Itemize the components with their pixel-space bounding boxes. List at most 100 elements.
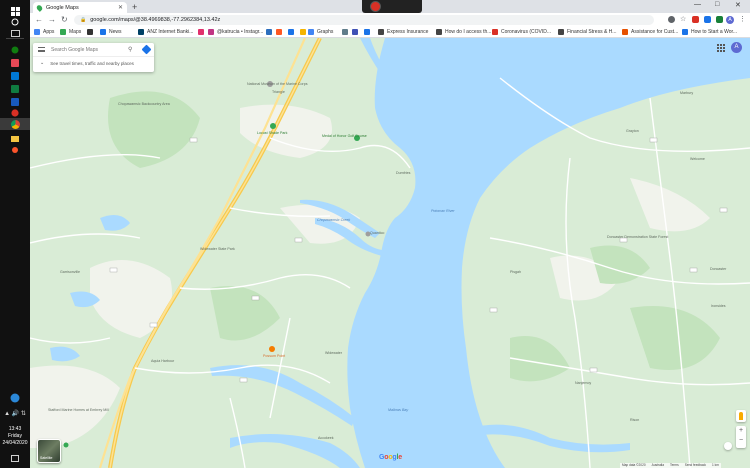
label-chopawamsic[interactable]: Chopawamsic Backcountry Area — [118, 102, 170, 106]
bookmark-favicon-icon — [34, 29, 40, 35]
bookmark-favicon-icon — [436, 29, 442, 35]
bookmark-item[interactable]: How do I access th... — [436, 29, 491, 35]
bookmark-item[interactable]: Assistance for Cust... — [622, 29, 678, 35]
label-doncaster-town[interactable]: Doncaster — [710, 267, 726, 271]
bookmark-favicon-icon — [308, 29, 314, 35]
outlook-app-icon[interactable] — [8, 70, 22, 82]
label-pisgah[interactable]: Pisgah — [510, 270, 521, 274]
satellite-layer-toggle[interactable]: Satellite — [37, 439, 61, 463]
label-rison[interactable]: Rison — [630, 418, 639, 422]
bookmark-favicon-icon — [208, 29, 214, 35]
mail-app-icon[interactable] — [8, 57, 22, 69]
label-widewater[interactable]: Widewater — [325, 351, 342, 355]
label-aquia-harbour[interactable]: Aquia Harbour — [151, 359, 174, 363]
label-garrisonville[interactable]: Garrisonville — [60, 270, 80, 274]
bookmark-favicon-icon — [364, 29, 370, 35]
bookmark-favicon-icon — [378, 29, 384, 35]
label-nanjemoy[interactable]: Nanjemoy — [575, 381, 591, 385]
bookmark-item[interactable]: @katrucia • Instagr... — [208, 29, 263, 35]
bookmark-item[interactable]: Coronavirus (COVID... — [492, 29, 551, 35]
bookmark-item[interactable] — [87, 29, 96, 35]
map-canvas[interactable]: Triangle National Museum of the Marine C… — [30, 38, 750, 468]
close-tab-icon[interactable]: ✕ — [118, 4, 123, 11]
back-arrow-icon[interactable]: ← — [35, 15, 43, 25]
lock-icon: 🔒 — [80, 17, 87, 23]
bookmark-item[interactable] — [352, 29, 361, 35]
footer-item[interactable]: Send feedback — [685, 463, 706, 468]
travel-times-row[interactable]: ⌄ See travel times, traffic and nearby p… — [40, 60, 134, 66]
bookmark-item[interactable] — [266, 29, 275, 35]
address-bar[interactable]: 🔒 google.com/maps/@38.4969838,-77.296238… — [74, 15, 654, 25]
layer-label: Satellite — [40, 456, 53, 460]
label-grayton[interactable]: Grayton — [626, 129, 639, 133]
footer-item[interactable]: 1 km — [712, 463, 719, 468]
forward-arrow-icon[interactable]: → — [48, 15, 56, 25]
bookmark-item[interactable]: Maps — [60, 29, 81, 35]
label-quantico[interactable]: Quantico — [370, 231, 384, 235]
bookmark-item[interactable]: How to Start a Wor... — [682, 29, 737, 35]
zoom-out-button[interactable]: − — [736, 436, 746, 446]
new-tab-button[interactable]: + — [132, 2, 137, 12]
bookmark-item[interactable]: Apps — [34, 29, 54, 35]
profile-avatar[interactable]: A — [726, 16, 734, 24]
bookmark-item[interactable] — [364, 29, 373, 35]
hamburger-menu-icon[interactable] — [38, 47, 45, 52]
bookmark-item[interactable]: Graphs — [308, 29, 333, 35]
record-button[interactable] — [370, 1, 381, 12]
bookmark-item[interactable] — [276, 29, 285, 35]
label-locust-shade-park[interactable]: Locust Shade Park — [257, 131, 287, 135]
xbox-app-icon[interactable] — [8, 44, 22, 56]
bookmark-item[interactable]: ANZ Internet Banki... — [138, 29, 193, 35]
bookmark-star-icon[interactable]: ☆ — [680, 16, 687, 23]
chrome-menu-icon[interactable]: ⋮ — [739, 15, 746, 25]
tab-google-maps[interactable]: Google Maps ✕ — [33, 2, 127, 13]
brave-app-icon[interactable] — [8, 144, 22, 156]
label-doncaster-forest[interactable]: Doncaster Demonstration State Forest — [607, 235, 668, 239]
reload-icon[interactable]: ↻ — [61, 15, 68, 25]
compass-icon[interactable] — [724, 442, 732, 450]
label-triangle[interactable]: Triangle — [272, 90, 285, 94]
extension-blue-icon[interactable] — [704, 16, 711, 23]
label-widewater-park[interactable]: Widewater State Park — [200, 247, 235, 251]
label-stafford-marine[interactable]: Stafford Marine Homes at Embrey Mill — [48, 408, 109, 412]
extension-red-icon[interactable] — [692, 16, 699, 23]
clock-time[interactable]: 13:43 — [0, 426, 30, 433]
globe-weather-icon[interactable] — [8, 392, 22, 404]
search-icon[interactable]: ⚲ — [128, 46, 132, 53]
excel-app-icon[interactable] — [8, 83, 22, 95]
maximize-icon[interactable]: □ — [715, 1, 719, 8]
bookmark-favicon-icon — [60, 29, 66, 35]
footer-item[interactable]: Terms — [670, 463, 679, 468]
label-ironsides[interactable]: Ironsides — [711, 304, 726, 308]
zoom-in-button[interactable]: + — [736, 426, 746, 436]
bookmark-item[interactable]: Express Insurance — [378, 29, 428, 35]
extension-green-icon[interactable] — [716, 16, 723, 23]
street-view-pegman-icon[interactable] — [736, 410, 746, 422]
close-window-icon[interactable]: ✕ — [735, 1, 741, 9]
chrome-app-icon[interactable] — [0, 118, 30, 130]
label-medal-golf[interactable]: Medal of Honor Golf Course — [322, 134, 367, 138]
directions-icon[interactable] — [141, 44, 152, 55]
system-tray-icons[interactable]: ▲ 🔊 ⇅ — [0, 410, 30, 417]
bookmark-label: Apps — [43, 29, 55, 35]
file-explorer-icon[interactable] — [8, 132, 22, 144]
label-marbury[interactable]: Marbury — [680, 91, 693, 95]
search-row: ⚲ — [33, 43, 154, 57]
label-accokeek[interactable]: Accokeek — [318, 436, 334, 440]
bookmark-item[interactable] — [342, 29, 351, 35]
bookmark-item[interactable]: News — [100, 29, 122, 35]
google-apps-icon[interactable] — [717, 44, 725, 52]
account-avatar[interactable]: A — [731, 42, 742, 53]
label-dumfries[interactable]: Dumfries — [396, 171, 410, 175]
bookmark-item[interactable] — [198, 29, 207, 35]
label-welcome[interactable]: Welcome — [690, 157, 705, 161]
label-nmmc[interactable]: National Museum of the Marine Corps — [247, 82, 308, 86]
notification-center-icon[interactable] — [8, 452, 22, 464]
location-icon[interactable] — [668, 16, 675, 23]
bookmark-item[interactable] — [288, 29, 297, 35]
bookmark-label: Graphs — [317, 29, 334, 35]
search-input[interactable] — [51, 46, 123, 54]
bookmark-item[interactable]: Financial Stress & H... — [558, 29, 616, 35]
label-possum-point[interactable]: Possum Point — [263, 354, 285, 358]
minimize-icon[interactable]: — — [694, 1, 701, 8]
